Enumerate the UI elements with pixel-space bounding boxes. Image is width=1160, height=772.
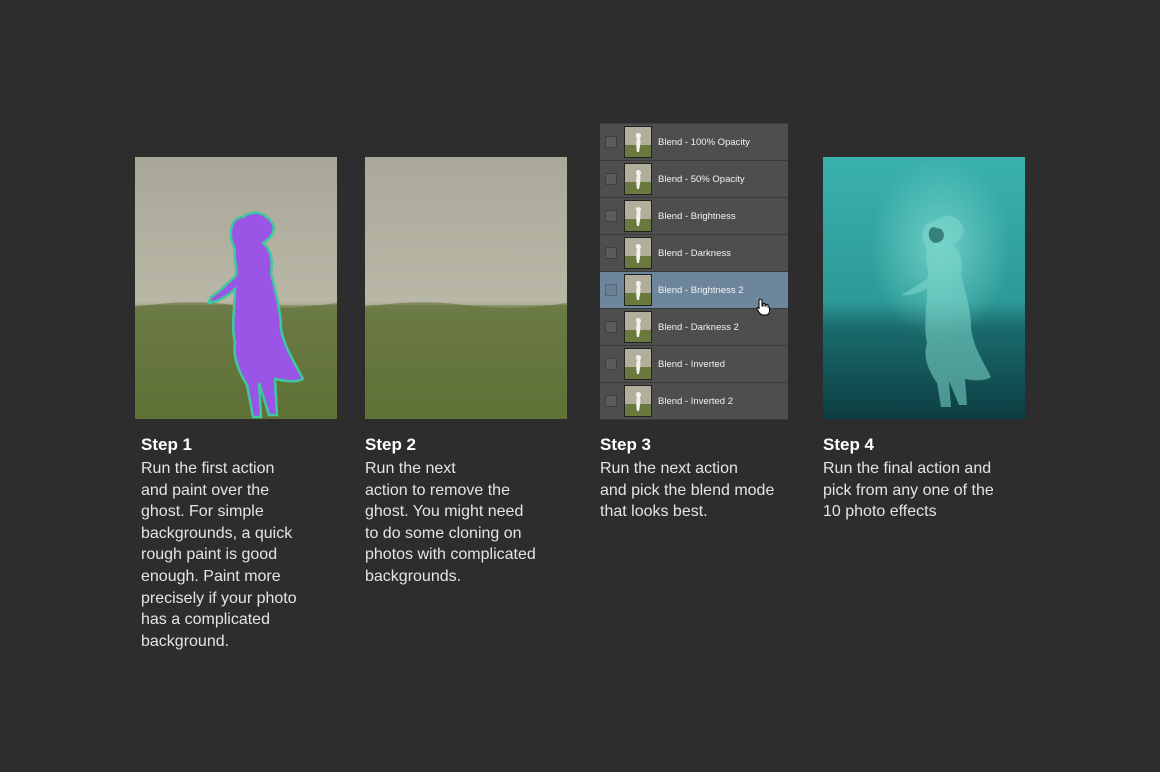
step4-description: Run the final action and pick from any on… xyxy=(823,458,1023,523)
layer-thumbnail xyxy=(624,237,652,269)
layer-visibility-checkbox[interactable] xyxy=(605,247,617,259)
step4-teal-effect-photo xyxy=(823,157,1025,419)
layer-row[interactable]: Blend - Darkness xyxy=(600,235,788,272)
layer-visibility-checkbox[interactable] xyxy=(605,321,617,333)
layer-row[interactable]: Blend - Darkness 2 xyxy=(600,309,788,346)
step4-line: Run the final action and xyxy=(823,460,992,477)
step2-line: Run the next xyxy=(365,460,456,477)
layer-label: Blend - Darkness 2 xyxy=(658,321,739,333)
step2-line: action to remove the xyxy=(365,481,510,499)
step4-caption: Step 4 Run the final action and pick from… xyxy=(823,434,1023,523)
step2-line: backgrounds. xyxy=(365,567,462,585)
layer-visibility-checkbox[interactable] xyxy=(605,358,617,370)
layer-row[interactable]: Blend - Inverted 2 xyxy=(600,383,788,420)
step3-description: Run the next action and pick the blend mo… xyxy=(600,458,805,523)
step2-description: Run the next action to remove the ghost. Y… xyxy=(365,458,565,588)
layer-thumbnail xyxy=(624,385,652,417)
layer-visibility-checkbox[interactable] xyxy=(605,173,617,185)
step2-background-photo xyxy=(365,157,567,419)
blend-layers-panel: Blend - 100% Opacity Blend - 50% Opacity B… xyxy=(600,123,788,420)
step2-caption: Step 2 Run the next action to remove the g… xyxy=(365,434,565,588)
step2-line: ghost. You might need xyxy=(365,503,524,521)
layer-thumbnail xyxy=(624,126,652,158)
step1-line: and paint over the xyxy=(141,481,270,499)
layer-visibility-checkbox[interactable] xyxy=(605,136,617,148)
step1-caption: Step 1 Run the first action and paint ove… xyxy=(141,434,326,652)
layer-thumbnail xyxy=(624,274,652,306)
layer-thumbnail xyxy=(624,311,652,343)
step1-line: ghost. For simple xyxy=(141,503,264,521)
layer-row[interactable]: Blend - Brightness xyxy=(600,198,788,235)
step1-line: background. xyxy=(141,632,230,650)
step1-description: Run the first action and paint over the gh… xyxy=(141,458,326,652)
layer-label: Blend - Brightness 2 xyxy=(658,284,744,296)
layer-row[interactable]: Blend - 50% Opacity xyxy=(600,161,788,198)
layer-thumbnail xyxy=(624,348,652,380)
step3-line: Run the next action xyxy=(600,460,738,477)
step1-line: rough paint is good xyxy=(141,546,278,564)
layer-label: Blend - 50% Opacity xyxy=(658,173,745,185)
layer-row[interactable]: Blend - Inverted xyxy=(600,346,788,383)
step4-title: Step 4 xyxy=(823,435,875,454)
step1-line: precisely if your photo xyxy=(141,589,297,607)
step3-caption: Step 3 Run the next action and pick the b… xyxy=(600,434,805,523)
layer-thumbnail xyxy=(624,200,652,232)
layer-label: Blend - Darkness xyxy=(658,247,731,259)
step3-title: Step 3 xyxy=(600,435,652,454)
layer-visibility-checkbox[interactable] xyxy=(605,284,617,296)
step1-line: has a complicated xyxy=(141,611,270,629)
step3-line: that looks best. xyxy=(600,503,708,521)
step4-line: pick from any one of the xyxy=(823,481,994,499)
step1-title: Step 1 xyxy=(141,435,193,454)
layer-label: Blend - Brightness xyxy=(658,210,736,222)
step1-masked-photo xyxy=(135,157,337,419)
layer-row[interactable]: Blend - Brightness 2 xyxy=(600,272,788,316)
step3-line: and pick the blend mode xyxy=(600,481,775,499)
step2-line: photos with complicated xyxy=(365,546,536,564)
layer-thumbnail xyxy=(624,163,652,195)
step1-line: enough. Paint more xyxy=(141,567,281,585)
layer-label: Blend - Inverted 2 xyxy=(658,395,733,407)
step1-line: Run the first action xyxy=(141,460,275,477)
step2-line: to do some cloning on xyxy=(365,524,522,542)
layer-label: Blend - 100% Opacity xyxy=(658,136,750,148)
layer-visibility-checkbox[interactable] xyxy=(605,395,617,407)
step4-line: 10 photo effects xyxy=(823,503,937,521)
layer-visibility-checkbox[interactable] xyxy=(605,210,617,222)
step1-line: backgrounds, a quick xyxy=(141,524,293,542)
step2-title: Step 2 xyxy=(365,435,417,454)
layer-label: Blend - Inverted xyxy=(658,358,726,370)
layer-row[interactable]: Blend - 100% Opacity xyxy=(600,124,788,161)
